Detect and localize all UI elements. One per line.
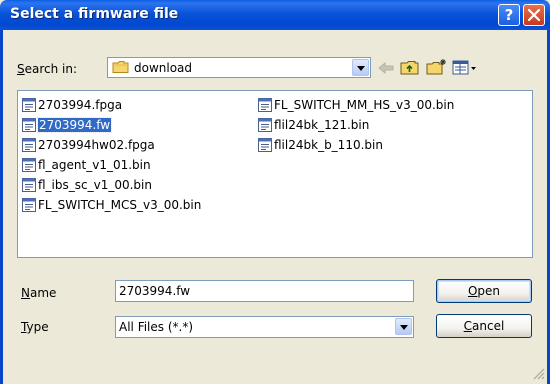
list-item[interactable]: 2703994.fpga xyxy=(22,97,122,113)
window-frame-left xyxy=(0,30,3,384)
file-name: flil24bk_b_110.bin xyxy=(274,138,383,152)
list-item[interactable]: FL_SWITCH_MCS_v3_00.bin xyxy=(22,197,201,213)
chevron-down-icon xyxy=(357,66,365,71)
file-type-value: All Files (*.*) xyxy=(119,320,194,334)
file-name: FL_SWITCH_MCS_v3_00.bin xyxy=(38,198,202,212)
file-list[interactable]: 2703994.fpga 2703994.fw 2703994hw02.fpga… xyxy=(17,90,533,258)
open-button[interactable]: Open xyxy=(436,279,532,303)
file-type-dropdown-arrow[interactable] xyxy=(395,318,412,335)
file-icon xyxy=(22,198,36,212)
file-icon xyxy=(258,138,272,152)
folder-icon xyxy=(112,61,129,73)
cancel-button-key: C xyxy=(463,319,473,333)
list-item[interactable]: 2703994hw02.fpga xyxy=(22,137,155,153)
up-folder-icon[interactable] xyxy=(400,60,420,76)
file-icon xyxy=(22,118,36,132)
file-name: 2703994hw02.fpga xyxy=(38,138,155,152)
file-icon xyxy=(258,118,272,132)
search-in-dropdown-arrow[interactable] xyxy=(352,59,369,76)
close-icon xyxy=(528,9,540,21)
search-in-label-key: S xyxy=(17,62,25,76)
search-in-label-text: earch in: xyxy=(24,62,78,76)
title-bar: Select a firmware file ? xyxy=(0,0,550,30)
file-icon xyxy=(22,138,36,152)
list-item[interactable]: flil24bk_b_110.bin xyxy=(258,137,383,153)
search-in-value: download xyxy=(134,61,193,75)
file-name-input[interactable]: 2703994.fw xyxy=(115,280,414,302)
view-menu-icon[interactable] xyxy=(452,60,478,76)
search-in-label: Search in: xyxy=(17,62,77,76)
open-button-label: pen xyxy=(477,284,501,298)
type-label: Type xyxy=(21,320,49,334)
list-item[interactable]: flil24bk_121.bin xyxy=(258,117,369,133)
list-item-selected[interactable]: 2703994.fw xyxy=(22,117,113,133)
file-name: fl_ibs_sc_v1_00.bin xyxy=(38,178,152,192)
cancel-button[interactable]: Cancel xyxy=(436,314,532,338)
new-folder-icon[interactable] xyxy=(426,58,448,76)
file-name: 2703994.fpga xyxy=(38,98,123,112)
name-label: Name xyxy=(21,286,56,300)
resize-grip-icon[interactable] xyxy=(532,367,545,380)
name-label-key: N xyxy=(21,286,30,300)
file-icon xyxy=(22,178,36,192)
type-label-text: ype xyxy=(26,320,49,334)
chevron-down-icon xyxy=(400,325,408,330)
back-arrow-icon[interactable] xyxy=(377,61,395,75)
list-item[interactable]: fl_ibs_sc_v1_00.bin xyxy=(22,177,152,193)
help-button[interactable]: ? xyxy=(498,4,520,26)
file-icon xyxy=(258,98,272,112)
file-icon xyxy=(22,98,36,112)
file-name: fl_agent_v1_01.bin xyxy=(38,158,151,172)
cancel-button-label: ancel xyxy=(472,319,505,333)
name-label-text: ame xyxy=(29,286,57,300)
open-button-key: O xyxy=(467,284,478,298)
file-name: 2703994.fw xyxy=(36,117,113,133)
search-in-dropdown[interactable]: download xyxy=(107,57,371,78)
file-type-dropdown[interactable]: All Files (*.*) xyxy=(115,316,414,338)
file-name: FL_SWITCH_MM_HS_v3_00.bin xyxy=(274,98,455,112)
list-item[interactable]: fl_agent_v1_01.bin xyxy=(22,157,151,173)
window-title: Select a firmware file xyxy=(10,6,179,22)
list-item[interactable]: FL_SWITCH_MM_HS_v3_00.bin xyxy=(258,97,454,113)
file-name: flil24bk_121.bin xyxy=(274,118,370,132)
close-button[interactable] xyxy=(523,4,545,26)
file-icon xyxy=(22,158,36,172)
